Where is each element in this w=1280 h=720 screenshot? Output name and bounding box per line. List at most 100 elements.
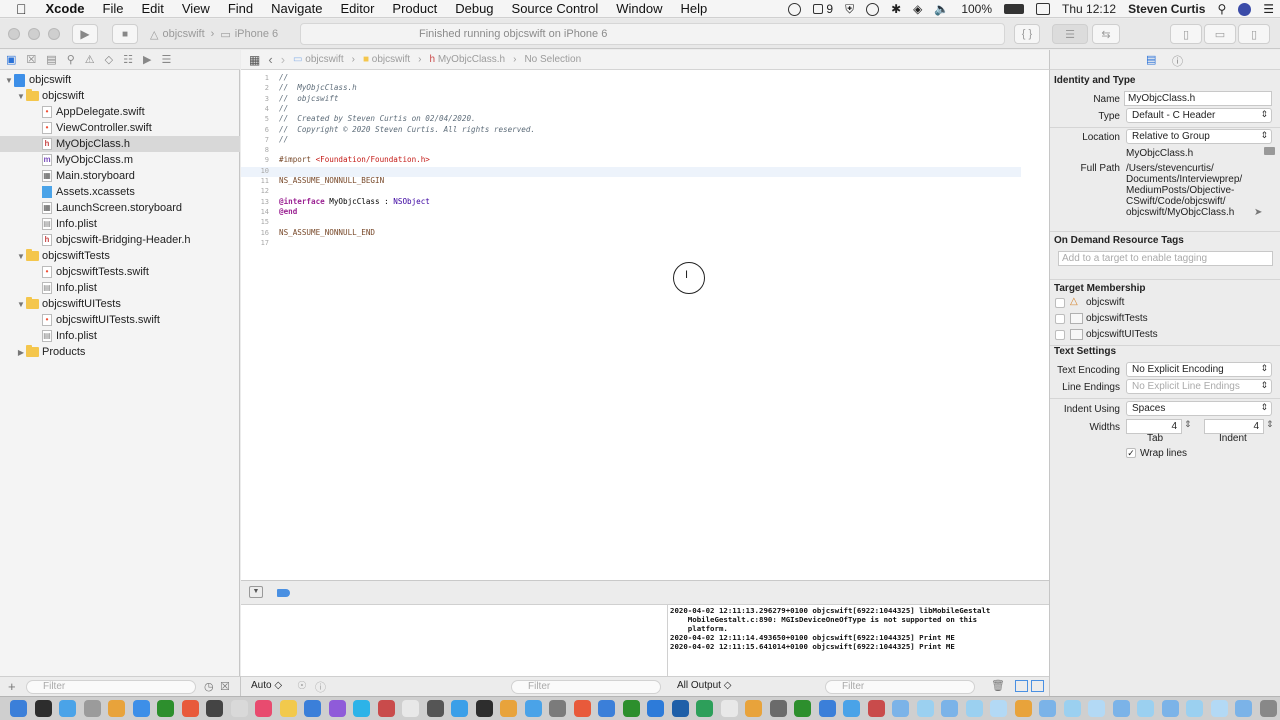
toggle-debug-area-button[interactable]: ▭ <box>1204 24 1236 44</box>
dock-app-icon[interactable] <box>59 700 76 717</box>
dock-app-icon[interactable] <box>108 700 125 717</box>
dock-app-icon[interactable] <box>1210 700 1228 717</box>
location-popup[interactable]: Relative to Group ⇕ <box>1126 129 1272 144</box>
eye-icon[interactable]: ☉ <box>297 679 307 692</box>
disclosure-open-icon[interactable]: ▼ <box>4 76 14 85</box>
crumb-selection[interactable]: No Selection <box>524 54 581 65</box>
menu-debug[interactable]: Debug <box>446 1 502 16</box>
dock-app-icon[interactable] <box>206 700 223 717</box>
wrap-lines-checkbox[interactable]: ✓ <box>1126 448 1136 458</box>
source-editor[interactable]: 1 // 2 // MyObjcClass.h 3 // objcswift 4 // 5 // … <box>241 70 1049 580</box>
dock-app-icon[interactable] <box>402 700 419 717</box>
toggle-navigator-button[interactable]: ▯ <box>1170 24 1202 44</box>
crumb-project[interactable]: ▭ objcswift <box>293 54 344 65</box>
menu-product[interactable]: Product <box>383 1 446 16</box>
dock-app-icon[interactable] <box>916 700 934 717</box>
related-items-icon[interactable]: ▦ <box>249 53 260 67</box>
variables-scope-popup[interactable]: Auto ◇ <box>251 680 282 691</box>
dock-app-icon[interactable] <box>524 700 542 717</box>
dock-app-icon[interactable] <box>279 700 297 717</box>
dock-app-icon[interactable] <box>426 700 444 717</box>
menu-app-name[interactable]: Xcode <box>37 1 94 16</box>
debug-navigator-icon[interactable]: ☷ <box>123 53 133 66</box>
dock-app-icon[interactable] <box>10 700 27 717</box>
record-icon[interactable] <box>788 2 802 16</box>
dock-app-icon[interactable] <box>818 700 836 717</box>
minimize-window-icon[interactable] <box>28 28 40 40</box>
dock-app-icon[interactable] <box>181 700 199 717</box>
version-editor-button[interactable]: ⇆ <box>1092 24 1120 44</box>
dock-app-icon[interactable] <box>965 700 983 717</box>
toggle-inspector-button[interactable]: ▯ <box>1238 24 1270 44</box>
dock-app-icon[interactable] <box>1161 700 1179 717</box>
nav-row-folder-uitests[interactable]: ▼ objcswiftUITests <box>0 296 240 312</box>
dock-app-icon[interactable] <box>769 700 787 717</box>
scheme-selector[interactable]: △ objcswift › ▭ iPhone 6 <box>150 24 300 44</box>
dock-app-icon[interactable] <box>1014 700 1032 717</box>
add-icon[interactable]: + <box>8 679 16 694</box>
nav-row-file[interactable]: • AppDelegate.swift <box>0 104 240 120</box>
notification-center-icon[interactable]: ☰ <box>1263 2 1274 16</box>
menu-navigate[interactable]: Navigate <box>262 1 331 16</box>
dock-app-icon[interactable] <box>1137 700 1154 717</box>
shield-icon[interactable]: ⛨ <box>845 2 854 17</box>
target-checkbox[interactable] <box>1055 330 1065 340</box>
stop-button[interactable]: ■ <box>112 24 138 44</box>
disclosure-open-icon[interactable]: ▼ <box>16 252 26 261</box>
breakpoint-navigator-icon[interactable]: ▶ <box>143 53 151 66</box>
dock-app-icon[interactable] <box>696 700 713 717</box>
indent-width-stepper[interactable]: ⇕ <box>1266 419 1274 430</box>
console-filter-input[interactable]: Filter <box>825 680 975 694</box>
text-encoding-popup[interactable]: No Explicit Encoding ⇕ <box>1126 362 1272 377</box>
issue-navigator-icon[interactable]: ⚠ <box>85 53 95 66</box>
tab-width-stepper[interactable]: ⇕ <box>1184 419 1192 430</box>
nav-row-folder-products[interactable]: ▶ Products <box>0 344 240 360</box>
nav-row-folder-objcswift[interactable]: ▼ objcswift <box>0 88 240 104</box>
back-arrow-icon[interactable]: ‹ <box>268 52 272 67</box>
dock-app-icon[interactable] <box>1259 700 1277 717</box>
bluetooth-icon[interactable]: ✱ <box>891 2 901 16</box>
dock-app-icon[interactable] <box>573 700 591 717</box>
dock-app-icon[interactable] <box>83 700 101 717</box>
line-endings-popup[interactable]: No Explicit Line Endings ⇕ <box>1126 379 1272 394</box>
nav-row-file[interactable]: • ViewController.swift <box>0 120 240 136</box>
dock-app-icon[interactable] <box>451 700 468 717</box>
dock-app-icon[interactable] <box>892 700 909 717</box>
dock-app-icon[interactable] <box>598 700 615 717</box>
nav-row-file[interactable]: Assets.xcassets <box>0 184 240 200</box>
dock-app-icon[interactable] <box>377 700 395 717</box>
dock-app-icon[interactable] <box>1186 700 1203 717</box>
nav-row-project[interactable]: ▼ objcswift <box>0 72 240 88</box>
dock-app-icon[interactable] <box>549 700 566 717</box>
menu-file[interactable]: File <box>94 1 133 16</box>
dock-app-icon[interactable] <box>475 700 493 717</box>
recent-files-icon[interactable]: ◷ <box>204 680 214 693</box>
indent-width-field[interactable]: 4 <box>1204 419 1264 434</box>
nav-row-file[interactable]: • objcswiftTests.swift <box>0 264 240 280</box>
forward-arrow-icon[interactable]: › <box>281 52 285 67</box>
dock-app-icon[interactable] <box>230 700 248 717</box>
nav-row-file[interactable]: ▤ Info.plist <box>0 280 240 296</box>
source-control-navigator-icon[interactable]: ☒ <box>26 53 36 66</box>
variables-filter-input[interactable]: Filter <box>511 680 661 694</box>
nav-row-file[interactable]: ▦ Main.storyboard <box>0 168 240 184</box>
navigator-filter-input[interactable]: Filter <box>26 680 196 694</box>
indent-using-popup[interactable]: Spaces ⇕ <box>1126 401 1272 416</box>
flag-icon[interactable] <box>1036 3 1051 15</box>
target-checkbox[interactable] <box>1055 314 1065 324</box>
dock-app-icon[interactable] <box>1112 700 1130 717</box>
info-icon[interactable]: ⓘ <box>315 679 326 695</box>
test-navigator-icon[interactable]: ◇ <box>105 53 113 66</box>
find-navigator-icon[interactable]: ⚲ <box>67 53 75 66</box>
menu-view[interactable]: View <box>173 1 219 16</box>
report-navigator-icon[interactable]: ☰ <box>161 53 171 66</box>
console-output-popup[interactable]: All Output ◇ <box>677 680 731 691</box>
type-popup[interactable]: Default - C Header ⇕ <box>1126 108 1272 123</box>
choose-folder-icon[interactable] <box>1264 147 1275 155</box>
variables-view[interactable] <box>241 605 668 676</box>
dock-app-icon[interactable] <box>671 700 689 717</box>
dock-app-icon[interactable] <box>1063 700 1081 717</box>
console-output[interactable]: 2020-04-02 12:11:13.296279+0100 objcswif… <box>668 605 1049 676</box>
time-machine-icon[interactable] <box>866 2 880 16</box>
split-left-icon[interactable] <box>1015 680 1028 692</box>
